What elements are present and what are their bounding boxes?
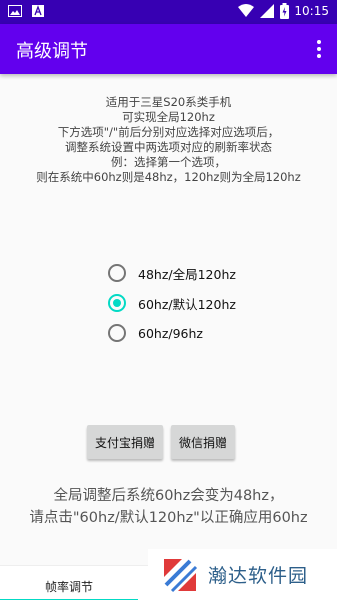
description-line: 下方选项"/"前后分别对应选择对应选项后， bbox=[57, 125, 280, 139]
description-line: 例：选择第一个选项， bbox=[111, 155, 226, 169]
battery-icon bbox=[280, 3, 289, 19]
image-icon bbox=[8, 5, 22, 17]
page-title: 高级调节 bbox=[16, 41, 88, 62]
radio-option-48hz[interactable]: 48hz/全局120hz bbox=[108, 258, 236, 288]
description-line: 则在系统中60hz则是48hz，120hz则为全局120hz bbox=[36, 170, 301, 184]
wifi-icon bbox=[238, 4, 254, 17]
status-bar: 10:15 bbox=[0, 0, 337, 24]
radio-label: 60hz/96hz bbox=[138, 325, 203, 341]
notice-line: 请点击"60hz/默认120hz"以正确应用60hz bbox=[29, 510, 308, 526]
donate-buttons: 支付宝捐赠 微信捐赠 bbox=[87, 425, 236, 459]
radio-label: 48hz/全局120hz bbox=[138, 266, 236, 282]
notice-text: 全局调整后系统60hz会变为48hz， 请点击"60hz/默认120hz"以正确… bbox=[0, 485, 337, 529]
description-line: 适用于三星S20系类手机 bbox=[105, 95, 232, 109]
description-line: 调整系统设置中两选项对应的刷新率状态 bbox=[65, 140, 272, 154]
status-time: 10:15 bbox=[294, 4, 329, 18]
font-icon bbox=[32, 5, 44, 17]
notice-line: 全局调整后系统60hz会变为48hz， bbox=[53, 488, 284, 504]
refresh-rate-radio-group: 48hz/全局120hz 60hz/默认120hz 60hz/96hz bbox=[108, 258, 236, 348]
radio-option-60hz-96hz[interactable]: 60hz/96hz bbox=[108, 318, 236, 348]
app-bar: 高级调节 bbox=[0, 24, 337, 74]
radio-button[interactable] bbox=[108, 324, 126, 342]
alipay-donate-button[interactable]: 支付宝捐赠 bbox=[87, 425, 164, 459]
signal-icon bbox=[260, 4, 274, 18]
tab-label: 帧率调节 bbox=[44, 580, 93, 594]
watermark: 瀚达软件园 bbox=[148, 549, 337, 600]
radio-button-checked[interactable] bbox=[108, 294, 126, 312]
tab-frame-rate[interactable]: 帧率调节 bbox=[0, 566, 138, 600]
radio-button[interactable] bbox=[108, 264, 126, 282]
watermark-text: 瀚达软件园 bbox=[208, 565, 309, 587]
more-vert-icon[interactable] bbox=[307, 34, 331, 64]
description-line: 可实现全局120hz bbox=[122, 110, 215, 124]
wechat-donate-button[interactable]: 微信捐赠 bbox=[171, 425, 236, 459]
radio-label: 60hz/默认120hz bbox=[138, 296, 236, 312]
description: 适用于三星S20系类手机 可实现全局120hz 下方选项"/"前后分别对应选择对… bbox=[0, 95, 337, 185]
radio-option-60hz-default[interactable]: 60hz/默认120hz bbox=[108, 288, 236, 318]
watermark-logo-icon bbox=[164, 558, 198, 592]
